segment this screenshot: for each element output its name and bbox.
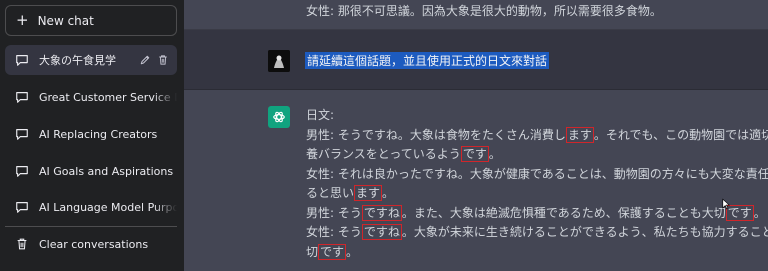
- plus-icon: +: [16, 11, 29, 29]
- annotation-box: ですね: [361, 224, 402, 240]
- message-segment: 。また、大象は絶滅危惧種であるため、保護することも大切: [401, 205, 726, 220]
- annotation-box: ます: [565, 126, 594, 143]
- message-segment: 。それでも、この動物園では適切な栄: [593, 127, 768, 142]
- message-segment: 切: [306, 244, 319, 259]
- message-icon: [16, 202, 28, 213]
- user-message-text: 請延續這個話題，並且使用正式的日文來對話: [305, 52, 550, 69]
- message-icon: [16, 129, 28, 140]
- trash-icon: [17, 238, 27, 250]
- message-segment: 。: [753, 205, 766, 220]
- assistant-message-line: 男性: そう ですね 。また、大象は絶滅危惧種であるため、保護することも大切 です。: [306, 204, 766, 224]
- new-chat-button[interactable]: + New chat: [5, 5, 177, 36]
- clear-conversations-button[interactable]: Clear conversations: [5, 229, 177, 259]
- trash-icon[interactable]: [157, 54, 169, 66]
- message-segment: 男性: そうですね。大象は食物をたくさん消費し: [306, 127, 566, 142]
- pencil-icon[interactable]: [139, 54, 151, 66]
- message-segment: 。: [488, 147, 501, 161]
- message-segment: 男性: そう: [306, 205, 362, 220]
- assistant-message-line: ると思い ます。: [306, 184, 766, 204]
- message-segment: 日文:: [306, 108, 335, 122]
- sidebar-item-4[interactable]: AI Language Model Purpose: [5, 192, 177, 222]
- annotation-box: ます: [354, 185, 383, 201]
- assistant-message-line: 切です。: [306, 243, 766, 263]
- message-segment: 。: [382, 186, 395, 200]
- assistant-message-line: 女性: そう ですね 。大象が未来に生き続けることができるよう、私たちも協力すること…: [306, 223, 768, 243]
- message-icon: [16, 166, 28, 177]
- sidebar-item-label: AI Goals and Aspirations: [39, 164, 174, 178]
- sidebar-item-3[interactable]: AI Goals and Aspirations: [5, 156, 177, 186]
- sidebar: + New chat 大象の午食見学 Great Customer Servic…: [0, 0, 184, 271]
- message-segment: 養バランスをとっているよう: [306, 147, 461, 161]
- message-segment: 。: [346, 244, 359, 259]
- mouse-cursor-icon: [722, 198, 730, 210]
- sidebar-item-1[interactable]: Great Customer Service Defi: [5, 82, 177, 112]
- clear-conversations-label: Clear conversations: [39, 237, 149, 251]
- sidebar-item-0[interactable]: 大象の午食見学: [5, 45, 177, 75]
- new-chat-label: New chat: [37, 13, 94, 28]
- annotation-box: ですね: [361, 204, 402, 221]
- message-segment: 女性: そう: [306, 225, 362, 239]
- assistant-message-text: 日文: 男性: そうですね。大象は食物をたくさん消費し ます 。それでも、この動物園で…: [306, 106, 768, 263]
- sidebar-item-2[interactable]: AI Replacing Creators: [5, 119, 177, 149]
- assistant-message-line: 男性: そうですね。大象は食物をたくさん消費し ます 。それでも、この動物園では適切…: [306, 126, 768, 146]
- assistant-message-line: 女性: それは良かったですね。大象が健康であることは、動物園の方々にも大変な責任…: [306, 165, 768, 185]
- sidebar-divider: [5, 226, 177, 227]
- openai-logo-icon: [268, 106, 290, 128]
- message-icon: [16, 55, 28, 66]
- assistant-message-line: 養バランスをとっているよう です。: [306, 145, 766, 165]
- previous-message-text: 女性: 那很不可思議。因為大象是很大的動物，所以需要很多食物。: [306, 4, 662, 18]
- assistant-message-line: 日文:: [306, 106, 766, 126]
- message-icon: [16, 92, 28, 103]
- user-avatar: [268, 50, 290, 72]
- annotation-box: です: [318, 243, 347, 260]
- message-segment: ると思い: [306, 186, 355, 200]
- sidebar-item-label: 大象の午食見学: [39, 54, 116, 67]
- message-segment: 女性: それは良かったですね。大象が健康であることは、動物園の方々にも大変な責任…: [306, 166, 768, 181]
- message-segment: 。大象が未来に生き続けることができるよう、私たちも協力することが大: [401, 225, 768, 239]
- sidebar-item-label: AI Replacing Creators: [39, 127, 158, 141]
- annotation-box: です: [460, 146, 489, 162]
- conversation-panel: 女性: 那很不可思議。因為大象是很大的動物，所以需要很多食物。 請延續這個話題，…: [184, 0, 768, 271]
